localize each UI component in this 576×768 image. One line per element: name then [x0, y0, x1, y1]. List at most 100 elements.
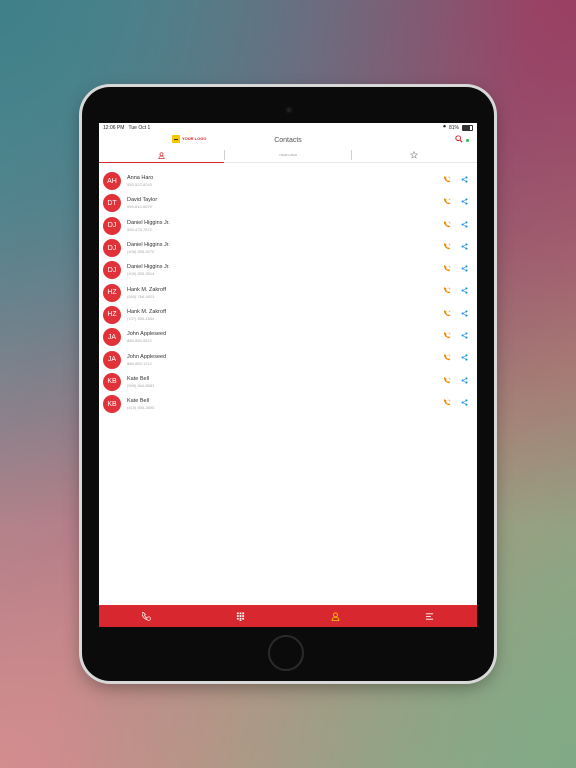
- share-icon[interactable]: [461, 354, 468, 362]
- contact-phone: (555) 564-8583: [127, 382, 155, 388]
- person-icon: [158, 151, 165, 159]
- home-button[interactable]: [268, 635, 304, 671]
- call-icon[interactable]: [444, 198, 451, 205]
- contact-row[interactable]: DJ Daniel Higgins Jr. 555-478-7672: [99, 215, 477, 237]
- contact-info: John Appleseed 888-555-1212: [127, 354, 166, 366]
- share-icon[interactable]: [461, 332, 468, 339]
- contact-info: Daniel Higgins Jr. 555-478-7672: [127, 220, 170, 232]
- contact-phone: (408) 555-3514: [127, 271, 155, 277]
- share-icon[interactable]: [461, 287, 468, 295]
- share-icon[interactable]: [461, 176, 468, 183]
- share-icon[interactable]: [461, 198, 468, 205]
- brand-wordmark: YOUR LOGO: [182, 136, 207, 141]
- tab-brand-logo-icon: YOUR LOGO: [278, 152, 298, 157]
- contact-name: Anna Haro: [127, 175, 154, 182]
- contact-row[interactable]: DT David Taylor 555-610-6679: [99, 192, 477, 214]
- contacts-tab[interactable]: [323, 605, 347, 627]
- dialpad-tab[interactable]: [229, 605, 253, 627]
- call-icon[interactable]: [444, 265, 451, 272]
- contact-info: Hank M. Zakroff (707) 555-1854: [127, 309, 166, 321]
- contact-phone: 888-555-1212: [127, 360, 152, 366]
- status-date: Tue Oct 1: [128, 124, 151, 131]
- brand-logo: YOUR LOGO: [172, 135, 206, 143]
- contact-row[interactable]: HZ Hank M. Zakroff (707) 555-1854: [99, 304, 477, 326]
- contact-actions: [444, 399, 468, 406]
- call-icon[interactable]: [444, 243, 451, 250]
- contact-phone: (415) 555-3695: [127, 405, 155, 411]
- call-icon[interactable]: [444, 176, 451, 183]
- app-screen: 12:06 PM Tue Oct 1 ⦁ 81% YOUR LOGO Conta…: [99, 123, 477, 627]
- contact-actions: [444, 309, 468, 317]
- call-icon[interactable]: [444, 399, 451, 406]
- status-right: ⦁ 81%: [443, 124, 473, 131]
- menu-tab[interactable]: [418, 605, 442, 627]
- contact-avatar: HZ: [103, 305, 121, 324]
- contact-info: Hank M. Zakroff (555) 766-4823: [127, 287, 166, 299]
- contact-row[interactable]: KB Kate Bell (555) 564-8583: [99, 371, 477, 393]
- contact-info: David Taylor 555-610-6679: [127, 197, 157, 209]
- recent-calls-tab[interactable]: [134, 605, 158, 627]
- contact-row[interactable]: JA John Appleseed 888-555-1212: [99, 348, 477, 370]
- contact-info: Daniel Higgins Jr. (408) 555-3514: [127, 264, 170, 276]
- contact-name: John Appleseed: [127, 331, 167, 338]
- battery-icon: [462, 124, 473, 131]
- contact-avatar: AH: [103, 172, 121, 191]
- contact-row[interactable]: JA John Appleseed 888-555-5512: [99, 326, 477, 348]
- tab-app-contacts[interactable]: YOUR LOGO: [225, 148, 350, 162]
- share-icon[interactable]: [461, 310, 468, 317]
- contact-phone: 888-555-5512: [127, 338, 152, 344]
- contact-avatar: KB: [103, 395, 121, 414]
- call-icon[interactable]: [444, 332, 451, 339]
- front-camera: [285, 106, 293, 114]
- contact-phone: (707) 555-1854: [127, 315, 155, 321]
- contact-row[interactable]: KB Kate Bell (415) 555-3695: [99, 393, 477, 415]
- dialpad-icon: [237, 611, 245, 621]
- call-icon[interactable]: [444, 287, 451, 294]
- logo-icon: [172, 135, 180, 143]
- star-icon: [410, 151, 419, 159]
- contact-actions: [444, 243, 468, 250]
- status-left: 12:06 PM Tue Oct 1: [103, 125, 150, 131]
- contact-phone: (555) 766-4823: [127, 293, 155, 299]
- contact-actions: [444, 287, 468, 295]
- call-icon[interactable]: [444, 220, 451, 228]
- call-icon[interactable]: [444, 354, 451, 361]
- contact-avatar: DJ: [103, 216, 121, 235]
- wifi-icon: ⦁: [442, 124, 446, 130]
- contact-phone: 555-522-8243: [127, 182, 152, 188]
- contact-name: John Appleseed: [127, 353, 167, 360]
- contact-avatar: DJ: [103, 239, 121, 258]
- bottom-tab-bar: [99, 605, 477, 627]
- share-icon[interactable]: [461, 265, 468, 272]
- share-icon[interactable]: [461, 243, 468, 250]
- contact-name: Hank M. Zakroff: [127, 286, 167, 293]
- contact-info: Daniel Higgins Jr. (408) 555-5270: [127, 242, 170, 254]
- contact-avatar: KB: [103, 372, 121, 391]
- contact-row[interactable]: AH Anna Haro 555-522-8243: [99, 170, 477, 192]
- contact-row[interactable]: HZ Hank M. Zakroff (555) 766-4823: [99, 281, 477, 303]
- contact-avatar: HZ: [103, 283, 121, 302]
- contact-phone: 555-610-6679: [127, 204, 152, 210]
- contact-row[interactable]: DJ Daniel Higgins Jr. (408) 555-3514: [99, 259, 477, 281]
- share-icon[interactable]: [461, 220, 468, 228]
- call-icon[interactable]: [444, 376, 451, 384]
- contact-name: Daniel Higgins Jr.: [127, 219, 170, 226]
- tablet-device: 12:06 PM Tue Oct 1 ⦁ 81% YOUR LOGO Conta…: [82, 87, 494, 681]
- contact-actions: [444, 198, 468, 205]
- tab-all-contacts[interactable]: [99, 148, 225, 163]
- call-icon[interactable]: [444, 309, 451, 317]
- recent-calls-icon: [141, 611, 151, 621]
- tab-favorites[interactable]: [352, 148, 477, 162]
- contact-avatar: JA: [103, 350, 121, 369]
- contact-info: Kate Bell (555) 564-8583: [127, 376, 154, 388]
- contact-name: Daniel Higgins Jr.: [127, 264, 170, 271]
- search-icon[interactable]: [455, 135, 463, 143]
- contact-actions: [444, 376, 468, 384]
- navigation-bar: YOUR LOGO Contacts: [99, 132, 477, 148]
- share-icon[interactable]: [461, 399, 468, 406]
- contact-actions: [444, 176, 468, 183]
- contact-row[interactable]: DJ Daniel Higgins Jr. (408) 555-5270: [99, 237, 477, 259]
- share-icon[interactable]: [461, 377, 468, 384]
- contact-info: Kate Bell (415) 555-3695: [127, 398, 154, 410]
- contact-avatar: DT: [103, 194, 121, 213]
